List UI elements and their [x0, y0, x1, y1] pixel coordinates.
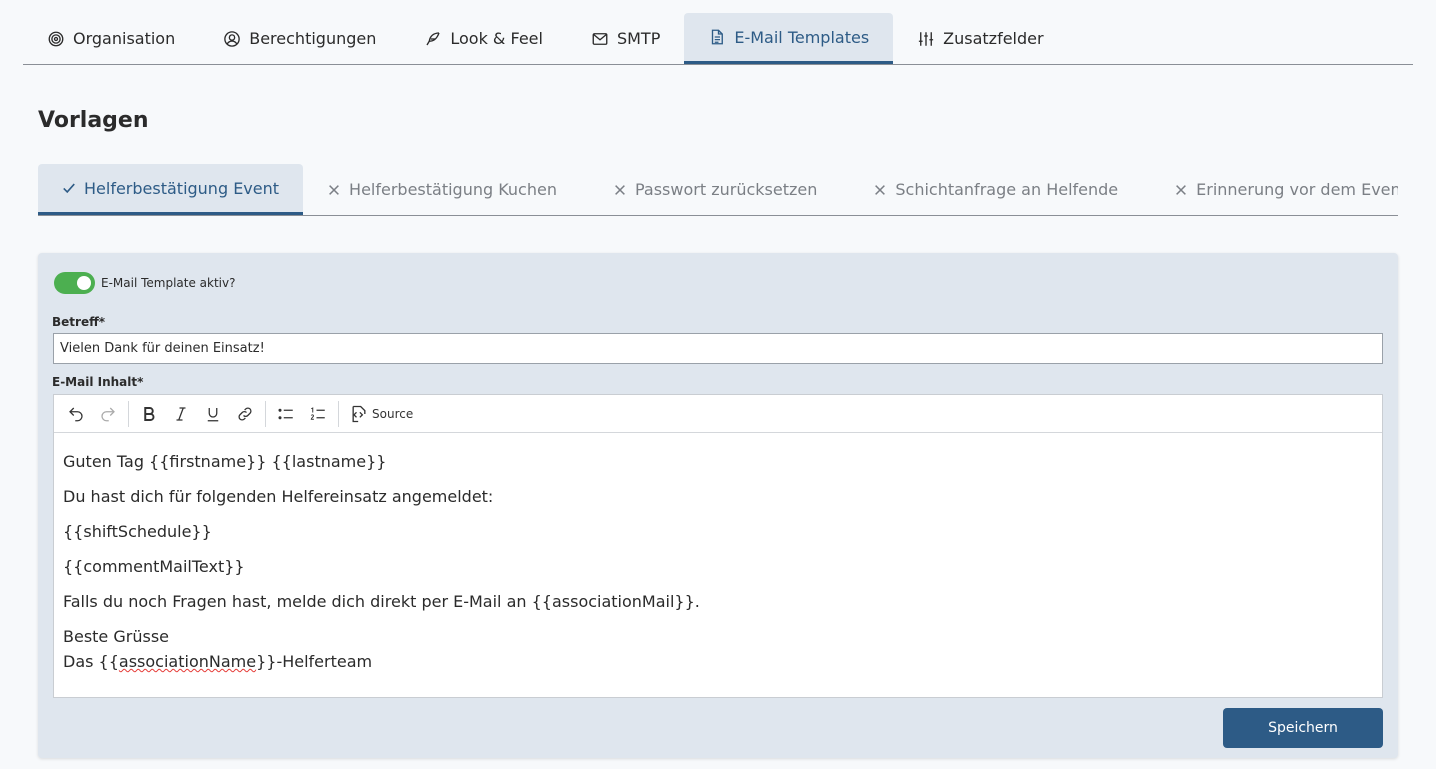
- x-icon: [1176, 184, 1187, 195]
- tab-organisation[interactable]: Organisation: [23, 13, 199, 64]
- template-tab-schichtanfrage[interactable]: Schichtanfrage an Helfende: [849, 164, 1150, 215]
- target-icon: [47, 30, 65, 48]
- file-text-icon: [708, 28, 726, 46]
- redo-button[interactable]: [92, 399, 124, 429]
- toggle-knob: [77, 276, 91, 290]
- link-icon: [238, 406, 252, 421]
- check-icon: [63, 183, 75, 194]
- tab-label: SMTP: [616, 29, 661, 48]
- template-tab-label: Helferbestätigung Event: [84, 178, 280, 198]
- template-tab-label: Helferbestätigung Kuchen: [349, 180, 557, 199]
- numbered-list-button[interactable]: [302, 399, 334, 429]
- template-tab-label: Schichtanfrage an Helfende: [895, 180, 1119, 199]
- bold-icon: [144, 406, 155, 421]
- source-label: Source: [372, 406, 414, 421]
- toolbar-separator: [338, 400, 339, 427]
- template-tab-helferbestaetigung-event[interactable]: Helferbestätigung Event: [38, 164, 304, 215]
- misspelled-word: associationName: [118, 652, 257, 671]
- rich-text-editor: Source Guten Tag {{firstname}} {{lastnam…: [53, 394, 1383, 698]
- tab-label: Berechtigungen: [249, 29, 377, 48]
- body-line: Falls du noch Fragen hast, melde dich di…: [63, 592, 700, 611]
- x-icon: [329, 184, 339, 195]
- template-tabs: Helferbestätigung Event Helferbestätigun…: [38, 164, 1398, 216]
- settings-tabs: Organisation Berechtigungen Look & Feel …: [23, 13, 1413, 65]
- template-tab-passwort-zuruecksetzen[interactable]: Passwort zurücksetzen: [589, 164, 849, 215]
- sliders-icon: [917, 30, 935, 48]
- toolbar-separator: [265, 400, 266, 427]
- underline-icon: [207, 407, 219, 421]
- x-icon: [615, 184, 625, 195]
- source-code-icon: [352, 405, 366, 422]
- template-tab-label: Passwort zurücksetzen: [634, 180, 818, 199]
- section-title: Vorlagen: [38, 108, 149, 133]
- source-button[interactable]: Source: [343, 399, 419, 429]
- content-label: E-Mail Inhalt*: [52, 375, 144, 389]
- signature-suffix: }}-Helferteam: [256, 652, 373, 671]
- active-toggle-row: E-Mail Template aktiv?: [54, 272, 235, 294]
- editor-toolbar: Source: [54, 395, 1382, 433]
- toolbar-separator: [128, 400, 129, 427]
- tab-smtp[interactable]: SMTP: [567, 13, 684, 64]
- body-closing: Beste Grüsse: [63, 627, 169, 646]
- undo-button[interactable]: [60, 399, 92, 429]
- tab-label: Zusatzfelder: [943, 29, 1044, 48]
- template-tab-erinnerung[interactable]: Erinnerung vor dem Event: [1150, 164, 1398, 215]
- tab-look-and-feel[interactable]: Look & Feel: [400, 13, 567, 64]
- active-toggle[interactable]: [54, 272, 95, 294]
- tab-berechtigungen[interactable]: Berechtigungen: [199, 13, 400, 64]
- tab-email-templates[interactable]: E-Mail Templates: [684, 13, 894, 64]
- bulleted-list-button[interactable]: [270, 399, 302, 429]
- template-tab-helferbestaetigung-kuchen[interactable]: Helferbestätigung Kuchen: [303, 164, 589, 215]
- body-line: Du hast dich für folgenden Helfereinsatz…: [63, 487, 494, 506]
- feather-icon: [424, 30, 442, 48]
- bulleted-list-icon: [278, 408, 293, 419]
- user-circle-icon: [223, 30, 241, 48]
- tab-label: E-Mail Templates: [734, 27, 870, 47]
- italic-button[interactable]: [165, 399, 197, 429]
- body-signature: Das {{associationName}}-Helferteam: [63, 649, 1373, 674]
- subject-label: Betreff*: [52, 315, 106, 329]
- subject-input[interactable]: [53, 333, 1383, 364]
- tab-label: Organisation: [73, 29, 176, 48]
- undo-icon: [69, 407, 83, 421]
- tab-label: Look & Feel: [450, 29, 543, 48]
- body-line: {{shiftSchedule}}: [63, 522, 212, 541]
- link-button[interactable]: [229, 399, 261, 429]
- italic-icon: [176, 406, 186, 421]
- template-tab-label: Erinnerung vor dem Event: [1196, 180, 1398, 199]
- editor-content[interactable]: Guten Tag {{firstname}} {{lastname}} Du …: [54, 433, 1382, 690]
- signature-prefix: Das {{: [63, 652, 119, 671]
- underline-button[interactable]: [197, 399, 229, 429]
- redo-icon: [101, 407, 115, 421]
- body-greeting: Guten Tag {{firstname}} {{lastname}}: [63, 452, 387, 471]
- numbered-list-icon: [310, 406, 325, 420]
- body-line: {{commentMailText}}: [63, 557, 245, 576]
- template-form-card: E-Mail Template aktiv? Betreff* E-Mail I…: [38, 253, 1398, 758]
- mail-icon: [591, 30, 609, 48]
- toggle-label: E-Mail Template aktiv?: [101, 276, 236, 290]
- tab-zusatzfelder[interactable]: Zusatzfelder: [893, 13, 1067, 64]
- save-button[interactable]: Speichern: [1223, 708, 1383, 748]
- bold-button[interactable]: [133, 399, 165, 429]
- x-icon: [875, 184, 886, 195]
